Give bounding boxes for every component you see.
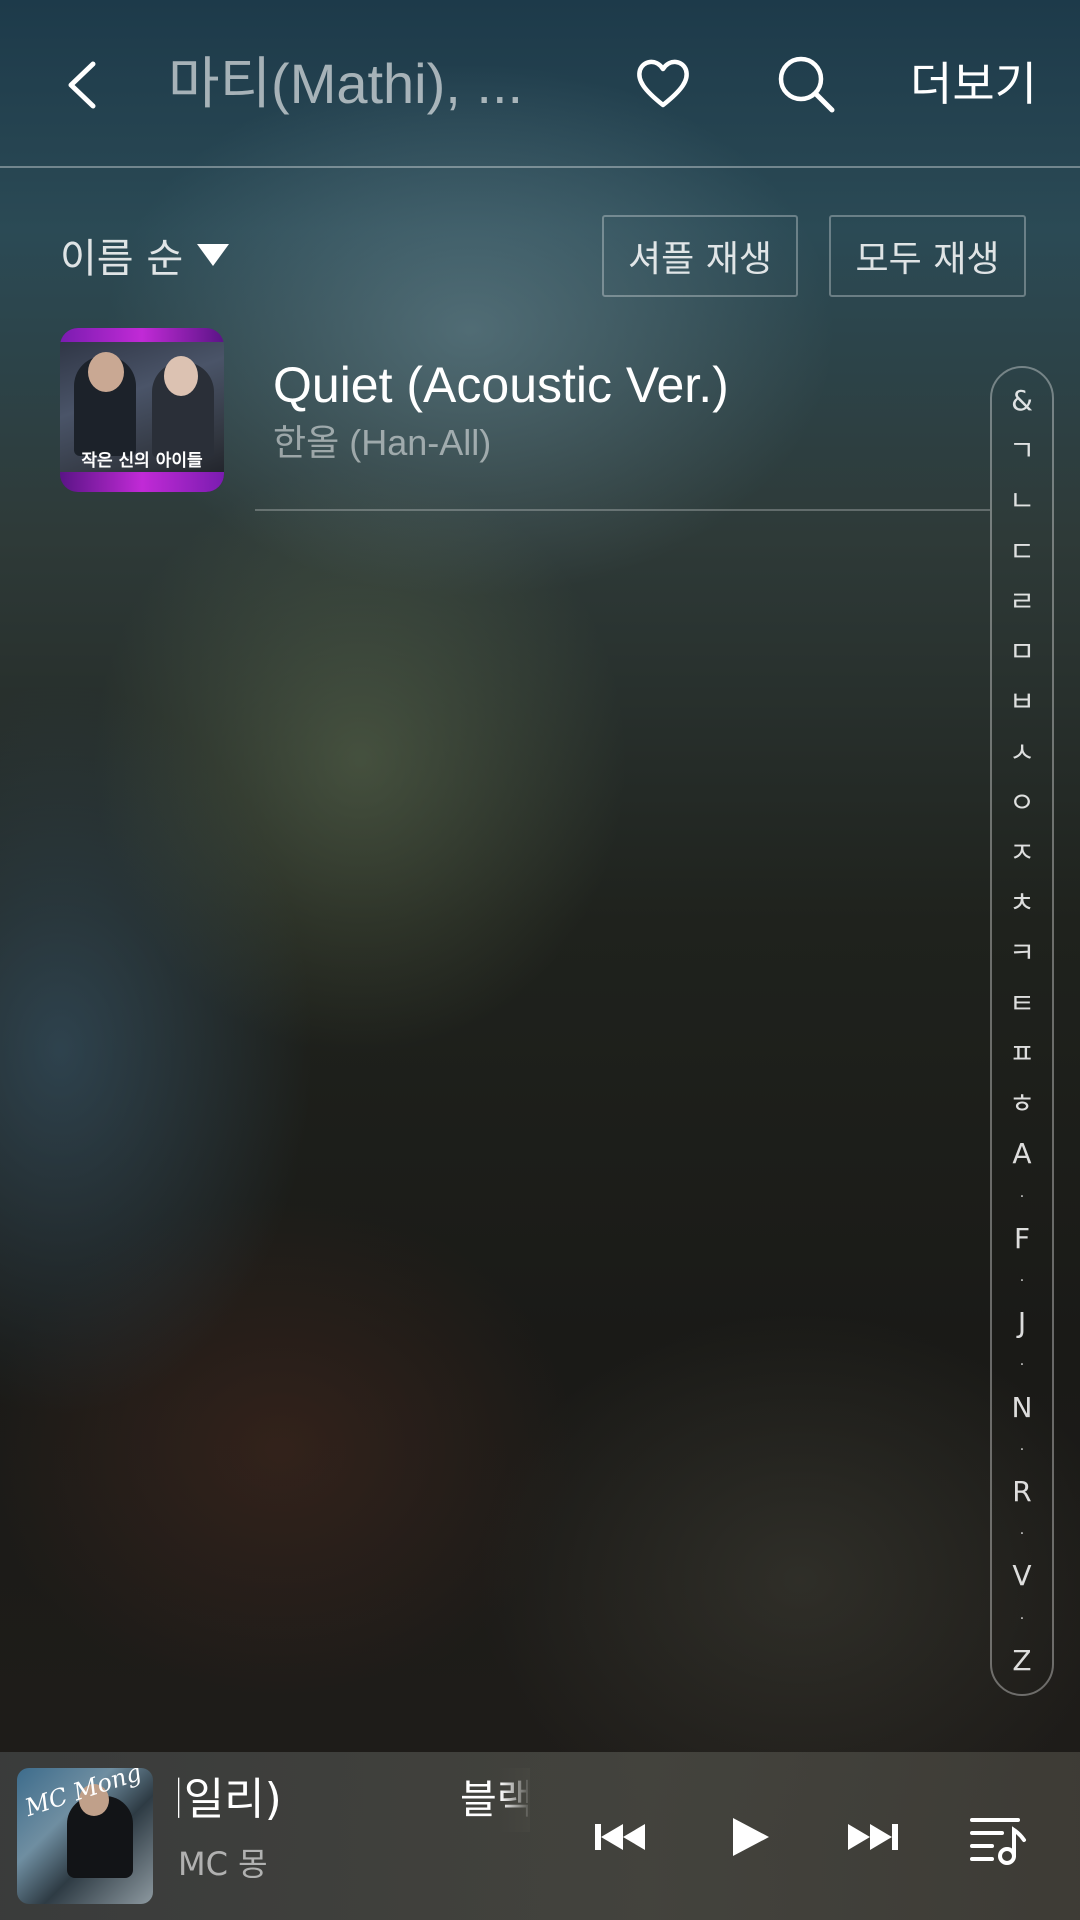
shuffle-play-button[interactable]: 셔플 재생 — [602, 215, 798, 297]
now-playing-artist: MC 몽 — [178, 1845, 268, 1883]
album-art-title: 작은 신의 아이들 — [81, 451, 203, 471]
index-letter[interactable]: A — [1012, 1139, 1031, 1169]
index-separator: · — [1019, 1526, 1025, 1543]
play-button[interactable] — [715, 1802, 785, 1872]
marquee-fade — [500, 1768, 530, 1832]
chevron-left-icon — [68, 61, 96, 109]
search-icon — [778, 56, 835, 113]
play-all-button[interactable]: 모두 재생 — [829, 215, 1026, 297]
track-list-item[interactable]: 작은 신의 아이들 Quiet (Acoustic Ver.) 한올 (Han-… — [0, 325, 990, 511]
mini-player[interactable]: MC Mong t. 에일리) 블랙 MC 몽 — [0, 1752, 1080, 1920]
index-letter[interactable]: ㅍ — [1009, 1038, 1035, 1069]
playlist-button[interactable] — [962, 1802, 1032, 1872]
index-letter[interactable]: ㄱ — [1009, 436, 1035, 466]
triangle-down-icon — [197, 244, 230, 266]
index-letter[interactable]: N — [1012, 1392, 1033, 1423]
index-letter[interactable]: ㅎ — [1009, 1089, 1035, 1119]
track-title: Quiet (Acoustic Ver.) — [273, 357, 729, 413]
favorite-button[interactable] — [632, 52, 694, 114]
now-playing-title: t. 에일리) — [178, 1774, 282, 1825]
index-letter[interactable]: ㅂ — [1009, 687, 1035, 717]
more-button[interactable]: 더보기 — [910, 52, 1037, 116]
now-playing-album-art: MC Mong — [17, 1768, 153, 1904]
index-separator: · — [1019, 1357, 1025, 1374]
top-bar: 마티(Mathi), ... 더보기 — [0, 0, 1080, 168]
album-art: 작은 신의 아이들 — [60, 328, 224, 492]
next-button[interactable] — [838, 1802, 908, 1872]
index-separator: · — [1019, 1188, 1025, 1205]
search-button[interactable] — [774, 52, 838, 116]
sort-dropdown[interactable]: 이름 순 — [60, 225, 230, 285]
index-letter[interactable]: ㄴ — [1009, 486, 1035, 516]
index-scrollbar[interactable]: & ㄱㄴㄷㄹㅁㅂㅅㅇㅈㅊㅋㅌㅍㅎ A · F · J · N · R · V · Z — [990, 366, 1054, 1696]
album-art-face — [88, 352, 124, 392]
index-separator: · — [1019, 1272, 1025, 1289]
index-letter[interactable]: & — [1011, 386, 1033, 416]
index-letter[interactable]: ㅌ — [1009, 988, 1035, 1019]
index-letter[interactable]: J — [1018, 1308, 1026, 1338]
index-letter[interactable]: Z — [1012, 1645, 1031, 1676]
index-letter[interactable]: ㄹ — [1009, 586, 1035, 617]
play-icon — [733, 1818, 769, 1856]
index-separator: · — [1019, 1610, 1025, 1627]
divider — [255, 509, 990, 511]
index-letter[interactable]: ㄷ — [1009, 536, 1035, 567]
sort-label: 이름 순 — [60, 236, 184, 282]
track-artist: 한올 (Han-All) — [273, 422, 492, 463]
index-letter[interactable]: ㅁ — [1009, 637, 1035, 667]
playlist-music-icon — [970, 1818, 1026, 1865]
back-button[interactable] — [55, 50, 115, 120]
album-art-face — [164, 356, 198, 396]
heart-icon — [637, 59, 689, 108]
index-letter[interactable]: ㅊ — [1009, 888, 1035, 918]
index-letter[interactable]: F — [1014, 1223, 1030, 1254]
page-title: 마티(Mathi), ... — [168, 52, 524, 115]
index-letter[interactable]: V — [1012, 1561, 1031, 1591]
index-letter[interactable]: ㅈ — [1009, 837, 1035, 868]
skip-next-icon — [848, 1824, 898, 1850]
previous-button[interactable] — [585, 1802, 655, 1872]
index-letter[interactable]: ㅋ — [1009, 938, 1035, 968]
index-letter[interactable]: R — [1012, 1477, 1031, 1507]
index-letter[interactable]: ㅅ — [1009, 737, 1035, 768]
index-letter[interactable]: ㅇ — [1009, 787, 1035, 818]
album-art-border — [60, 328, 224, 342]
skip-previous-icon — [595, 1824, 645, 1850]
album-art-border — [60, 472, 224, 492]
index-separator: · — [1019, 1441, 1025, 1458]
